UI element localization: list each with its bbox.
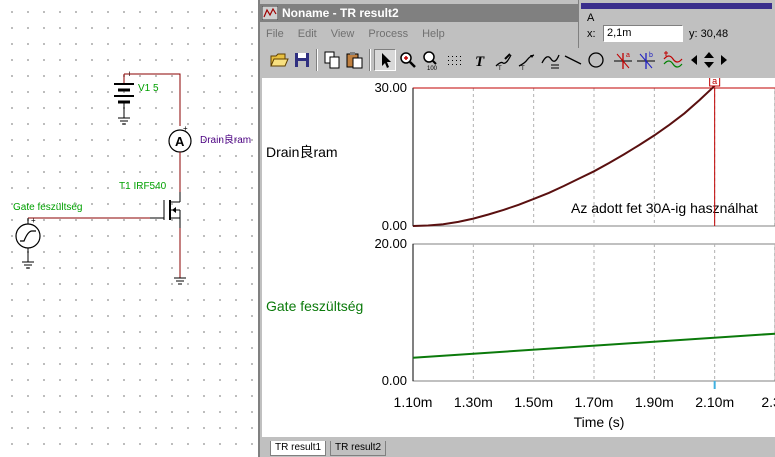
cursor-a-icon[interactable]: a <box>612 49 634 71</box>
x-tick-label: 1.50m <box>514 394 553 410</box>
ammeter-label: Drain良ram <box>200 133 251 146</box>
arrow-left-icon[interactable] <box>688 49 700 71</box>
transistor-label: T1 IRF540 <box>119 181 167 192</box>
app-icon <box>262 6 278 20</box>
menu-file[interactable]: File <box>260 24 292 44</box>
battery-symbol[interactable]: + <box>114 69 134 125</box>
bottom-chart-ylabel: Gate feszültség <box>266 298 363 314</box>
cursor-a-tag-label: a <box>712 78 717 86</box>
x-axis-tick-labels: 1.10m 1.30m 1.50m 1.70m 1.90m 2.10m 2.30 <box>394 394 775 410</box>
ground-symbol <box>174 277 186 285</box>
x-tick-label: 2.30 <box>761 394 775 410</box>
window-title: Noname - TR result2 <box>282 6 399 20</box>
top-chart-ylabel: Drain良ram <box>266 144 338 160</box>
cursor-name: A <box>587 12 595 24</box>
mosfet-symbol[interactable] <box>150 192 181 228</box>
cursor-panel: A x: 2,1m y: 30,48 <box>578 0 775 48</box>
zoom-100-icon[interactable]: 100 <box>420 49 442 71</box>
svg-text:T: T <box>521 66 525 71</box>
grid-icon[interactable] <box>443 49 465 71</box>
svg-text:T: T <box>475 54 485 70</box>
plot-area[interactable]: Drain良ram 30.00 0.00 Az adott fet 30A-ig… <box>262 78 775 437</box>
battery-label: V1 5 <box>138 83 159 94</box>
bottom-ytick-min: 0.00 <box>382 373 407 388</box>
title-bar[interactable]: Noname - TR result2 <box>260 4 580 22</box>
cursor-y-readout: y: 30,48 <box>689 28 729 40</box>
tab-tr-result2[interactable]: TR result2 <box>330 441 387 456</box>
bottom-ytick-max: 20.00 <box>374 236 407 251</box>
cursor-x-label: x: <box>587 28 596 40</box>
signal-generator-symbol[interactable]: + <box>15 216 41 269</box>
arrow-pen-icon[interactable]: T <box>516 49 538 71</box>
top-ytick-max: 30.00 <box>374 80 407 95</box>
waveform-icon[interactable] <box>662 49 684 71</box>
pointer-icon[interactable] <box>374 49 396 71</box>
cursor-panel-titlebar[interactable] <box>581 3 772 9</box>
copy-icon[interactable] <box>321 49 343 71</box>
ammeter-symbol[interactable]: A + <box>168 124 192 153</box>
cursor-b-icon[interactable]: b <box>635 49 657 71</box>
tab-tr-result1[interactable]: TR result1 <box>270 441 327 456</box>
x-tick-label: 1.10m <box>394 394 433 410</box>
menu-edit[interactable]: Edit <box>292 24 325 44</box>
x-axis-label: Time (s) <box>574 414 625 430</box>
curve-text-icon[interactable] <box>539 49 561 71</box>
menu-process[interactable]: Process <box>362 24 416 44</box>
svg-text:+: + <box>183 124 188 133</box>
x-tick-label: 1.90m <box>635 394 674 410</box>
arrow-right-icon[interactable] <box>718 49 730 71</box>
schematic-canvas[interactable]: + A + + V1 5 Drain良ram T1 IRF540 Gate fe… <box>0 0 258 457</box>
menu-view[interactable]: View <box>325 24 363 44</box>
arrow-updown-icon[interactable] <box>700 49 718 71</box>
zoom-in-icon[interactable] <box>397 49 419 71</box>
toolbar-separator <box>316 49 318 71</box>
plot-svg: Drain良ram 30.00 0.00 Az adott fet 30A-ig… <box>266 78 775 430</box>
svg-text:a: a <box>626 52 630 59</box>
menu-help[interactable]: Help <box>416 24 453 44</box>
toolbar: 100 T T T a b <box>260 46 775 74</box>
schematic-drawing: + A + + V1 5 Drain良ram T1 IRF540 Gate fe… <box>13 69 251 285</box>
top-chart: Drain良ram 30.00 0.00 Az adott fet 30A-ig… <box>266 78 775 233</box>
x-tick-label: 1.30m <box>454 394 493 410</box>
top-ytick-min: 0.00 <box>382 218 407 233</box>
result-tabs: TR result1 TR result2 <box>262 439 775 457</box>
x-tick-label: 2.10m <box>695 394 734 410</box>
svg-text:b: b <box>649 52 653 59</box>
pen-icon[interactable]: T <box>493 49 515 71</box>
open-icon[interactable] <box>268 49 290 71</box>
svg-text:T: T <box>498 66 502 71</box>
paste-icon[interactable] <box>344 49 366 71</box>
save-icon[interactable] <box>291 49 313 71</box>
cursor-x-input[interactable]: 2,1m <box>603 25 683 42</box>
line-icon[interactable] <box>562 49 584 71</box>
svg-text:+: + <box>31 216 36 225</box>
x-tick-label: 1.70m <box>575 394 614 410</box>
circle-icon[interactable] <box>585 49 607 71</box>
top-chart-annotation: Az adott fet 30A-ig használhat <box>571 200 758 216</box>
bottom-chart: Gate feszültség 20.00 0.00 1.10m 1.30m 1.5… <box>266 236 775 430</box>
wire-top <box>124 73 181 126</box>
svg-text:A: A <box>175 134 185 149</box>
text-icon[interactable]: T <box>470 49 492 71</box>
gate-source-label: Gate feszültség <box>13 202 82 213</box>
toolbar-separator <box>369 49 371 71</box>
svg-text:100: 100 <box>427 66 438 71</box>
bottom-chart-gridlines <box>472 244 775 381</box>
